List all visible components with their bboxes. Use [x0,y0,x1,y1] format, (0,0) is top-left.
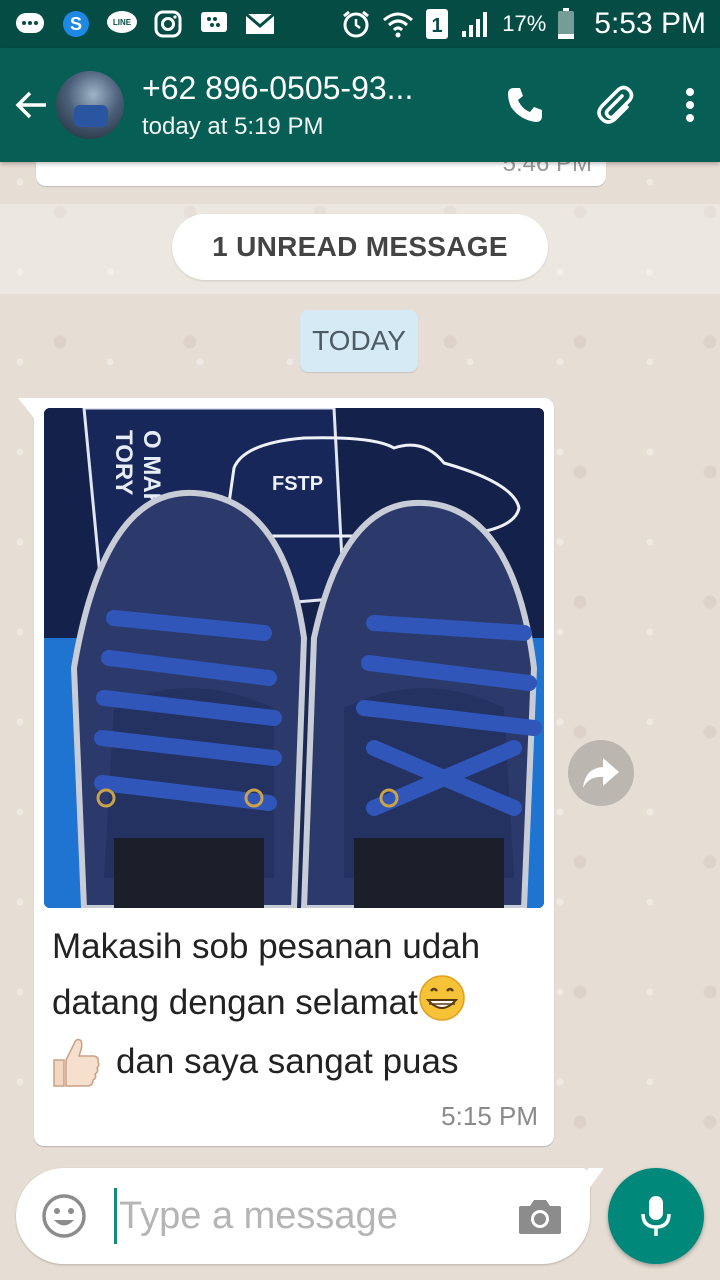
sim-badge-text: 1 [432,15,443,37]
emoji-icon [42,1194,86,1238]
skype-icon: S [60,8,92,40]
message-input[interactable] [119,1194,499,1238]
notification-icons: S LINE [14,8,276,40]
forward-button[interactable] [568,740,634,806]
back-arrow-icon [15,91,46,119]
message-text: Makasih sob pesanan udah datang dengan s… [52,920,522,1030]
message-bubble[interactable]: O MAK TORY FSTP Makasih sob pesanan udah… [18,398,554,1146]
svg-text:LINE: LINE [113,18,132,27]
voice-record-button[interactable] [608,1168,704,1264]
voice-call-button[interactable] [480,65,570,145]
wifi-icon [382,8,414,40]
message-line2: dan saya sangat puas [48,1034,458,1090]
chat-bubble-icon [14,8,46,40]
previous-message-bubble[interactable]: 5:46 PM [36,162,606,186]
contact-name: +62 896-0505-93... [142,69,414,106]
battery-percent: 17% [502,11,547,36]
camera-button[interactable] [500,1168,580,1264]
sneakers-photo: O MAK TORY FSTP [44,408,544,908]
chat-area[interactable]: 5:46 PM 1 UNREAD MESSAGE TODAY O MAK TOR… [0,162,720,1162]
last-seen: today at 5:19 PM [142,112,324,140]
thumbs-up-icon [53,1038,100,1087]
message-text-line2: dan saya sangat puas [116,1042,459,1081]
header-actions [480,65,720,145]
more-options-button[interactable] [660,65,720,145]
text-caret [114,1188,117,1244]
instagram-icon [152,8,184,40]
status-bar: S LINE 1 17% 5:53 PM [0,0,720,48]
grinning-face-icon [419,975,465,1021]
mic-icon [641,1196,671,1236]
forward-icon [583,758,619,788]
message-photo[interactable]: O MAK TORY FSTP [44,408,544,908]
svg-text:S: S [70,14,82,34]
compose-bar [16,1168,604,1264]
chat-header: +62 896-0505-93... today at 5:19 PM [0,48,720,162]
date-divider: TODAY [300,310,418,372]
camera-icon [519,1200,561,1234]
box-text-2: TORY [110,430,137,495]
logo-text: FSTP [272,473,323,495]
previous-message-time: 5:46 PM [502,162,592,177]
avatar[interactable] [56,71,124,139]
sim-icon: 1 [424,8,450,40]
phone-icon [508,88,542,122]
contact-info[interactable]: +62 896-0505-93... today at 5:19 PM [142,70,452,141]
alarm-icon [340,8,372,40]
more-vert-icon [686,88,694,122]
clock: 5:53 PM [594,7,706,40]
message-time: 5:15 PM [441,1101,538,1131]
signal-icon [460,8,492,40]
gmail-icon [244,8,276,40]
message-text-line1: Makasih sob pesanan udah datang dengan s… [52,927,481,1022]
emoji-button[interactable] [16,1168,112,1264]
unread-message-label: 1 UNREAD MESSAGE [172,214,548,280]
battery-icon [556,8,576,40]
back-button[interactable] [0,48,64,162]
system-icons: 1 17% 5:53 PM [340,7,706,41]
attach-button[interactable] [570,65,660,145]
line-icon: LINE [106,8,138,40]
paperclip-icon [597,85,634,124]
bbm-icon [198,8,230,40]
